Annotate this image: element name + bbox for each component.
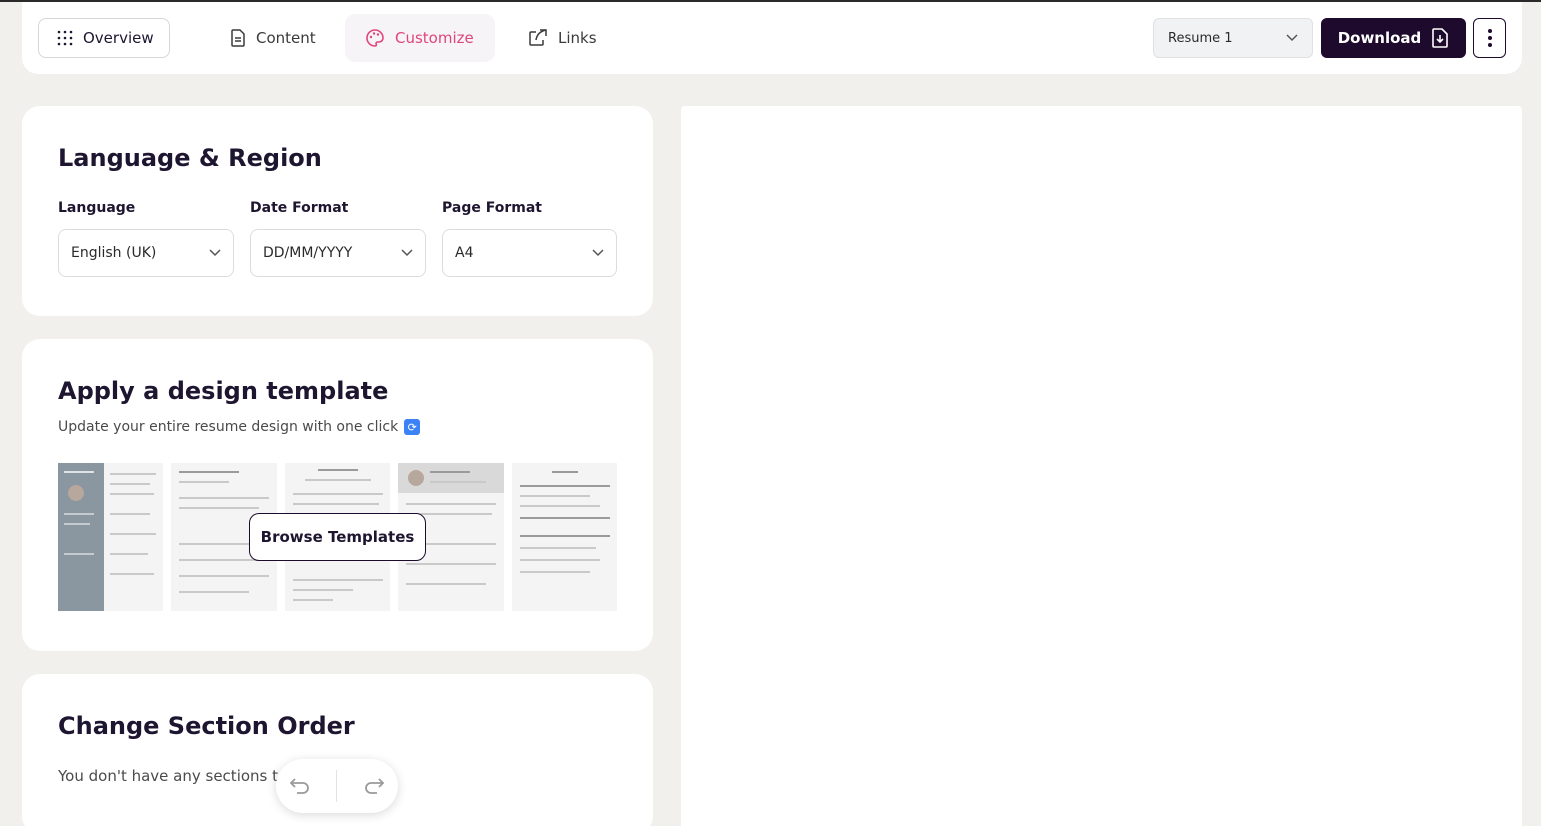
separator xyxy=(336,770,338,802)
date-format-select[interactable]: DD/MM/YYYY xyxy=(250,229,426,277)
overview-button[interactable]: Overview xyxy=(38,18,170,58)
design-template-title: Apply a design template xyxy=(58,377,389,405)
language-region-title: Language & Region xyxy=(58,144,322,172)
language-label: Language xyxy=(58,200,136,216)
undo-redo-control xyxy=(276,759,398,813)
refresh-emoji-icon: ⟳ xyxy=(404,419,421,435)
resume-preview-panel xyxy=(681,106,1522,826)
download-label: Download xyxy=(1337,29,1422,47)
tab-links[interactable]: Links xyxy=(508,14,617,62)
undo-icon[interactable] xyxy=(289,777,311,795)
date-format-value: DD/MM/YYYY xyxy=(263,245,353,261)
browse-templates-button[interactable]: Browse Templates xyxy=(249,513,426,561)
design-template-subtitle: Update your entire resume design with on… xyxy=(58,419,421,435)
template-thumbnail[interactable] xyxy=(58,463,164,611)
share-icon xyxy=(528,29,548,47)
tab-links-label: Links xyxy=(558,29,597,47)
tab-customize-label: Customize xyxy=(395,29,474,47)
language-select[interactable]: English (UK) xyxy=(58,229,234,277)
section-order-title: Change Section Order xyxy=(58,712,355,740)
grid-dots-icon xyxy=(57,30,73,46)
kebab-menu-icon xyxy=(1487,29,1492,47)
download-file-icon xyxy=(1431,28,1449,48)
tab-content[interactable]: Content xyxy=(210,14,336,62)
page-format-select[interactable]: A4 xyxy=(442,229,617,277)
language-value: English (UK) xyxy=(71,245,157,261)
palette-icon xyxy=(365,28,385,48)
subtitle-text: Update your entire resume design with on… xyxy=(58,419,399,435)
language-region-card: Language & Region Language English (UK) … xyxy=(22,106,653,316)
top-bar: Overview Content Customize Links Resume … xyxy=(22,2,1522,74)
page-format-value: A4 xyxy=(455,245,474,261)
page-format-label: Page Format xyxy=(442,200,542,216)
section-order-text: You don't have any sections to xyxy=(58,767,288,785)
resume-select[interactable]: Resume 1 xyxy=(1153,18,1313,58)
chevron-down-icon xyxy=(1286,34,1298,42)
tab-content-label: Content xyxy=(256,29,316,47)
chevron-down-icon xyxy=(592,249,604,257)
redo-icon[interactable] xyxy=(363,777,385,795)
design-template-card: Apply a design template Update your enti… xyxy=(22,339,653,651)
resume-select-value: Resume 1 xyxy=(1168,30,1233,46)
chevron-down-icon xyxy=(209,249,221,257)
template-thumbnail[interactable] xyxy=(511,463,617,611)
more-options-button[interactable] xyxy=(1473,18,1506,58)
date-format-label: Date Format xyxy=(250,200,349,216)
download-button[interactable]: Download xyxy=(1321,18,1466,58)
overview-label: Overview xyxy=(83,29,154,47)
document-icon xyxy=(230,29,246,47)
tab-customize[interactable]: Customize xyxy=(345,14,495,62)
chevron-down-icon xyxy=(401,249,413,257)
